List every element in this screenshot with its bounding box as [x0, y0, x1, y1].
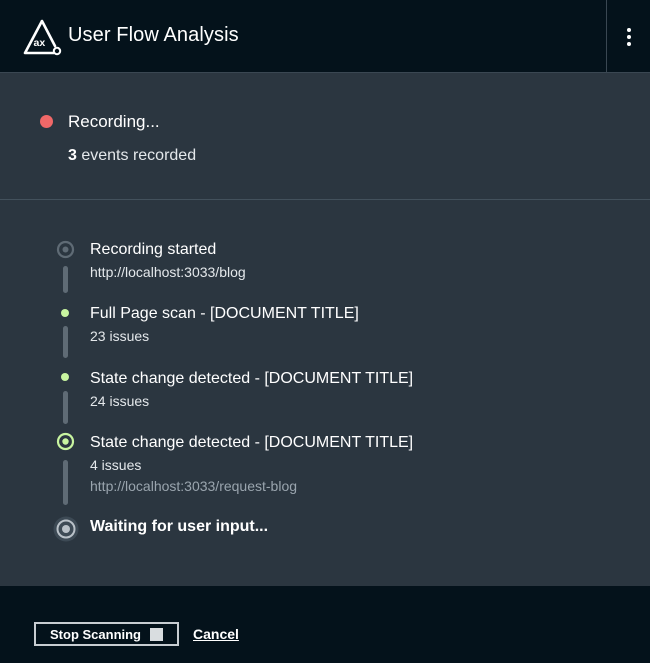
timeline-item-title: State change detected - [DOCUMENT TITLE] — [90, 370, 414, 387]
timeline-item-title: Recording started — [90, 241, 217, 258]
events-suffix: events recorded — [76, 147, 197, 164]
events-count: 3 — [68, 147, 77, 164]
timeline-item-sub: 23 issues — [90, 328, 150, 344]
waiting-spinner-icon — [53, 516, 79, 542]
state-change-dot-icon — [61, 373, 69, 381]
timeline-item-sub: 24 issues — [90, 393, 150, 409]
timeline-item-url: http://localhost:3033/request-blog — [90, 478, 298, 494]
kebab-menu-icon[interactable] — [607, 0, 650, 73]
timeline-item-sub: 4 issues — [90, 457, 142, 473]
recording-label: Recording... — [68, 112, 160, 131]
timeline-item-title: Waiting for user input... — [90, 518, 269, 535]
start-marker-icon — [56, 240, 75, 259]
event-timeline: Recording started http://localhost:3033/… — [0, 201, 650, 586]
timeline-connector — [63, 460, 68, 505]
stop-square-icon — [150, 627, 163, 641]
stop-scanning-button[interactable]: Stop Scanning — [34, 622, 179, 646]
axe-logo-icon: ax — [23, 19, 62, 56]
timeline-item-sub: http://localhost:3033/blog — [90, 264, 246, 280]
recording-status-panel: Recording... 3 events recorded — [0, 74, 650, 200]
timeline-item-title: Full Page scan - [DOCUMENT TITLE] — [90, 305, 359, 322]
kebab-dot — [626, 27, 631, 32]
timeline-connector — [63, 326, 68, 358]
state-change-ring-icon — [56, 432, 75, 451]
cancel-link[interactable]: Cancel — [193, 626, 239, 642]
kebab-dot — [626, 41, 631, 46]
stop-scanning-label: Stop Scanning — [50, 626, 141, 642]
timeline-connector — [63, 266, 68, 293]
recording-indicator-icon — [40, 115, 53, 128]
events-recorded-text: 3 events recorded — [68, 147, 196, 165]
app-title: User Flow Analysis — [68, 24, 239, 46]
kebab-dot — [626, 34, 631, 39]
app-header: ax User Flow Analysis — [0, 0, 650, 73]
logo-text: ax — [34, 37, 46, 49]
footer-bar: Stop Scanning Cancel — [0, 586, 650, 663]
timeline-item-title: State change detected - [DOCUMENT TITLE] — [90, 434, 414, 451]
timeline-connector — [63, 391, 68, 424]
scan-dot-icon — [61, 309, 69, 317]
